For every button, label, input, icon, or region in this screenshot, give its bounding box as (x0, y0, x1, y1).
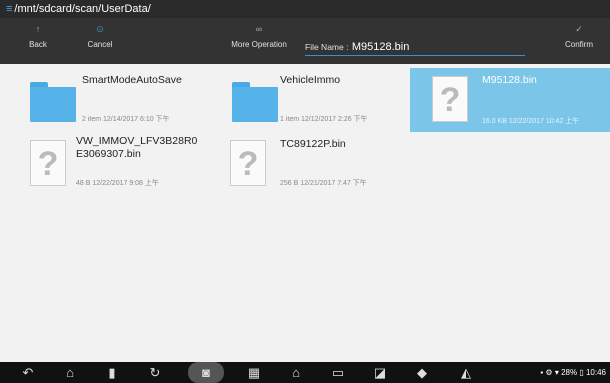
back-nav-icon[interactable]: ↶ (18, 364, 38, 381)
back-button[interactable]: ↑ Back (18, 18, 58, 64)
toolbar: ↑ Back ⊙ Cancel ∞ More Operation File Na… (0, 18, 610, 64)
settings-icon: ⚙ (545, 368, 553, 377)
image-icon[interactable]: ▦ (244, 364, 264, 381)
more-operation-button[interactable]: ∞ More Operation (218, 18, 300, 64)
vci-icon[interactable]: ▭ (328, 364, 348, 381)
file-meta: 48 B 12/22/2017 9:08 上午 (76, 180, 159, 187)
file-name-value[interactable]: M95128.bin (352, 41, 410, 53)
clock: 10:46 (585, 368, 606, 377)
refresh-icon[interactable]: ↻ (145, 364, 165, 381)
recent-apps-icon[interactable]: ▮ (102, 364, 122, 381)
current-path: /mnt/sdcard/scan/UserData/ (14, 3, 151, 15)
file-name-line1: VW_IMMOV_LFV3B28R0 (76, 135, 198, 147)
file-tile-vw-immov[interactable]: ? VW_IMMOV_LFV3B28R0 E3069307.bin 48 B 1… (6, 132, 204, 196)
folder-icon (30, 82, 76, 122)
menu-lines-icon[interactable]: ≡ (6, 0, 12, 18)
house-icon[interactable]: ⌂ (286, 364, 306, 381)
system-nav-bar: ↶ ⌂ ▮ ↻ ◙ ▦ ⌂ ▭ ◪ ◆ ◭ ▪ ⚙ ▾ 28% ▯ 10:46 (0, 362, 610, 383)
wifi-icon: ▾ (554, 368, 559, 377)
unknown-file-icon: ? (432, 76, 468, 122)
file-tile-m95128[interactable]: ? M95128.bin 16.0 KB 12/22/2017 10:42 上午 (410, 68, 610, 132)
car-service-icon[interactable]: ◪ (370, 364, 390, 381)
person-car-icon[interactable]: ◭ (456, 364, 476, 381)
arrow-up-icon: ↑ (35, 24, 41, 34)
back-label: Back (29, 40, 47, 49)
file-meta: 256 B 12/21/2017 7:47 下午 (280, 180, 367, 187)
confirm-label: Confirm (564, 40, 593, 49)
screenshot-button[interactable]: ◙ (188, 362, 224, 383)
file-name: M95128.bin (482, 74, 537, 86)
car-icon[interactable]: ◆ (412, 364, 432, 381)
more-operation-label: More Operation (231, 40, 287, 49)
file-name: VehicleImmo (280, 74, 341, 86)
file-meta: 1 item 12/12/2017 2:26 下午 (280, 116, 368, 123)
file-name-field[interactable]: File Name : M95128.bin (305, 38, 525, 56)
battery-percent: 28% (561, 368, 578, 377)
confirm-button[interactable]: ✓ Confirm (554, 18, 604, 64)
home-nav-icon[interactable]: ⌂ (60, 364, 80, 381)
cancel-button[interactable]: ⊙ Cancel (78, 18, 122, 64)
file-browser-screen: ≡/mnt/sdcard/scan/UserData/ ↑ Back ⊙ Can… (0, 0, 610, 383)
file-tile-smartmodeautosave[interactable]: SmartModeAutoSave 2 item 12/14/2017 6:10… (6, 68, 204, 132)
battery-icon: ▯ (579, 368, 584, 377)
file-tile-vehicleimmo[interactable]: VehicleImmo 1 item 12/12/2017 2:26 下午 (208, 68, 406, 132)
file-name: VW_IMMOV_LFV3B28R0 E3069307.bin (76, 135, 216, 161)
folder-icon (232, 82, 278, 122)
camera-icon: ◙ (202, 365, 210, 380)
file-name: TC89122P.bin (280, 138, 346, 150)
file-name-label: File Name : (305, 42, 349, 52)
file-grid: SmartModeAutoSave 2 item 12/14/2017 6:10… (0, 64, 610, 362)
file-meta: 16.0 KB 12/22/2017 10:42 上午 (482, 118, 580, 125)
status-area: ▪ ⚙ ▾ 28% ▯ 10:46 (540, 362, 606, 383)
link-icon: ∞ (255, 24, 263, 34)
file-meta: 2 item 12/14/2017 6:10 下午 (82, 116, 170, 123)
message-icon: ▪ (540, 368, 544, 377)
file-tile-tc89122p[interactable]: ? TC89122P.bin 256 B 12/21/2017 7:47 下午 (208, 132, 406, 196)
cancel-circle-icon: ⊙ (96, 24, 104, 34)
file-name: SmartModeAutoSave (82, 74, 182, 86)
unknown-file-icon: ? (230, 140, 266, 186)
unknown-file-icon: ? (30, 140, 66, 186)
path-bar: ≡/mnt/sdcard/scan/UserData/ (0, 0, 610, 18)
cancel-label: Cancel (87, 40, 113, 49)
file-name-line2: E3069307.bin (76, 148, 141, 160)
check-icon: ✓ (575, 24, 583, 34)
